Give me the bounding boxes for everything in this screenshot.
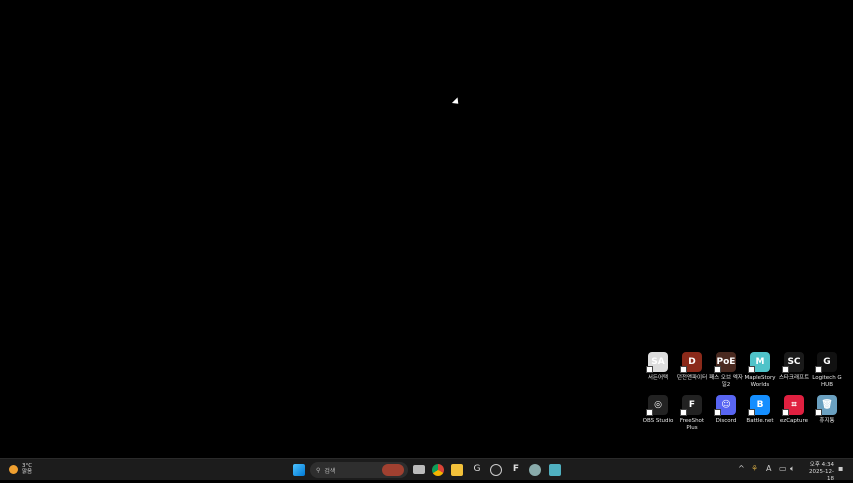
app-icon: F <box>680 395 702 416</box>
mouse-cursor <box>451 97 462 107</box>
app-icon: 🗑 <box>815 395 837 416</box>
settings-icon[interactable] <box>529 464 541 476</box>
desktop-icon-label: 던전앤파이터 <box>676 375 708 381</box>
desktop-icon-label: Battle.net <box>746 418 774 424</box>
desktop-icon[interactable]: ⌗ ezCapture <box>777 395 811 425</box>
desktop-icon[interactable]: G Logitech G HUB <box>810 352 844 389</box>
notepad-icon[interactable] <box>549 464 561 476</box>
app-icon: PoE <box>714 352 736 373</box>
search-icon: ⚲ <box>316 466 321 474</box>
desktop-icon-label: MapleStory Worlds <box>744 375 776 388</box>
app-icon: ⌗ <box>782 395 804 416</box>
desktop-icon[interactable]: SA 서든어택 <box>641 352 675 382</box>
weather-condition: 맑음 <box>22 469 33 475</box>
taskbar: 3°C 맑음 ⚲ 검색 G F ^ ⚘ A ▭ 🔈︎ 오후 4:34 2025-… <box>0 458 853 482</box>
app-icon: G <box>815 352 837 373</box>
desktop-icon[interactable]: PoE 패스 오브 엑자일2 <box>709 352 743 389</box>
file-explorer-icon[interactable] <box>451 464 463 476</box>
desktop-icon-label: OBS Studio <box>642 418 674 424</box>
display-tray-icon[interactable]: ▭ <box>779 464 787 473</box>
desktop-icon-label: Logitech G HUB <box>812 375 842 388</box>
desktop-icon-label: 휴지통 <box>819 418 835 424</box>
ime-indicator[interactable]: A <box>766 464 771 473</box>
desktop-icon[interactable]: SC 스타크래프트 <box>777 352 811 382</box>
desktop-icon-label: 패스 오브 엑자일2 <box>709 375 743 388</box>
show-hidden-icons-chevron[interactable]: ^ <box>738 464 745 473</box>
notification-icon[interactable]: ▪ <box>838 464 843 473</box>
freeshot-taskbar-icon[interactable]: F <box>510 464 522 476</box>
desktop-icon[interactable]: F FreeShot Plus <box>675 395 709 432</box>
desktop-icon-label: 스타크래프트 <box>778 375 810 381</box>
search-placeholder: 검색 <box>324 467 336 475</box>
task-view-button[interactable] <box>413 465 425 474</box>
sun-icon <box>9 464 18 474</box>
desktop-icon-label: FreeShot Plus <box>679 418 705 431</box>
weather-widget[interactable]: 3°C 맑음 <box>9 463 32 475</box>
clock-time: 오후 4:34 <box>809 462 834 468</box>
desktop-icon[interactable]: B Battle.net <box>743 395 777 425</box>
app-icon: ◎ <box>646 395 668 416</box>
volume-icon[interactable]: 🔈︎ <box>790 464 795 474</box>
app-icon: D <box>680 352 702 373</box>
start-button[interactable] <box>293 464 305 476</box>
search-box[interactable]: ⚲ 검색 <box>310 462 408 478</box>
obs-taskbar-icon[interactable] <box>490 464 502 476</box>
app-icon: SC <box>782 352 804 373</box>
app-icon: ☺ <box>714 395 736 416</box>
app-icon: B <box>748 395 770 416</box>
desktop-icon[interactable]: D 던전앤파이터 <box>675 352 709 382</box>
chrome-icon[interactable] <box>432 464 444 476</box>
desktop-icon[interactable]: M MapleStory Worlds <box>743 352 777 389</box>
desktop-icon-label: ezCapture <box>779 418 809 424</box>
desktop-icon-label: 서든어택 <box>647 375 669 381</box>
desktop-icon[interactable]: ◎ OBS Studio <box>641 395 675 425</box>
search-highlight-image <box>382 464 404 476</box>
app-icon: M <box>748 352 770 373</box>
logitech-ghub-icon[interactable]: G <box>471 464 483 476</box>
clock-date: 2025-12-18 <box>809 469 834 482</box>
network-tray-icon[interactable]: ⚘ <box>751 464 758 473</box>
app-icon: SA <box>646 352 668 373</box>
desktop-icon-label: Discord <box>715 418 737 424</box>
desktop-icon[interactable]: 🗑 휴지통 <box>810 395 844 425</box>
desktop-icon[interactable]: ☺ Discord <box>709 395 743 425</box>
